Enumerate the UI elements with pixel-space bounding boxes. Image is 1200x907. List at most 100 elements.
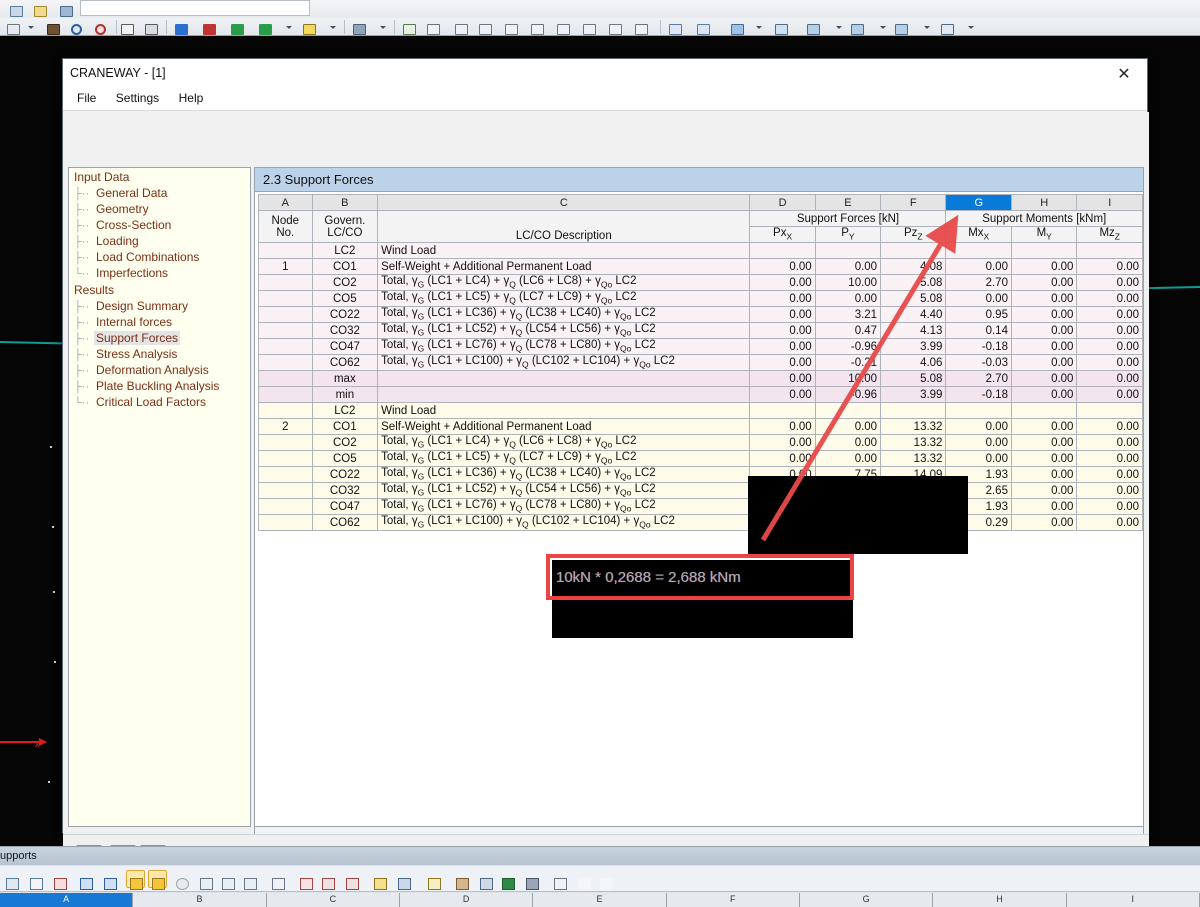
sidebar-item-general-data[interactable]: ├·· General Data bbox=[69, 185, 250, 201]
cell-mz[interactable]: 0.00 bbox=[1076, 306, 1143, 323]
column-header-D[interactable]: D bbox=[749, 194, 816, 211]
chevron-down-icon[interactable] bbox=[330, 26, 336, 29]
craneway-dialog[interactable]: CRANEWAY - [1] ✕ File Settings Help Inpu… bbox=[62, 58, 1149, 889]
cell-mx[interactable]: -0.18 bbox=[945, 386, 1012, 403]
toolbar-open-icon[interactable] bbox=[30, 2, 50, 17]
cell-govern-lc[interactable]: LC2 bbox=[311, 402, 379, 419]
cell-my[interactable] bbox=[1010, 402, 1078, 419]
cell-pz[interactable]: 4.08 bbox=[880, 258, 947, 275]
toolbar-new-icon[interactable] bbox=[6, 2, 26, 17]
cell-node-no[interactable] bbox=[258, 354, 313, 371]
chart-red-icon[interactable] bbox=[50, 870, 69, 890]
cell-px[interactable]: 0.00 bbox=[749, 290, 816, 307]
cell-mx[interactable]: 0.00 bbox=[945, 418, 1012, 435]
link-icon[interactable] bbox=[476, 870, 495, 890]
cell-node-no[interactable] bbox=[258, 466, 313, 483]
status-column-row[interactable]: ABCDEFGHI bbox=[0, 893, 1200, 907]
menu-settings[interactable]: Settings bbox=[110, 89, 168, 107]
toolbar-render-icon[interactable] bbox=[44, 20, 64, 35]
cell-mx[interactable] bbox=[945, 242, 1012, 259]
toolbar-chart-icon[interactable] bbox=[848, 20, 868, 35]
toolbar-selection-icon[interactable] bbox=[4, 20, 24, 35]
cell-node-no[interactable] bbox=[258, 274, 313, 291]
tree-group-input-data[interactable]: Input Data bbox=[69, 168, 250, 185]
edit-note-icon[interactable] bbox=[424, 870, 443, 890]
table-row[interactable]: CO5 Total, γG (LC1 + LC5) + γQ (LC7 + LC9… bbox=[258, 450, 1143, 467]
cell-py[interactable]: -0.96 bbox=[814, 338, 882, 355]
document-title-field[interactable] bbox=[80, 0, 310, 16]
cell-description[interactable] bbox=[377, 386, 751, 403]
cell-mx[interactable]: 0.00 bbox=[945, 290, 1012, 307]
cell-px[interactable]: 0.00 bbox=[749, 338, 816, 355]
cell-description[interactable]: Total, γG (LC1 + LC4) + γQ (LC6 + LC8) +… bbox=[377, 274, 751, 291]
cell-mz[interactable]: 0.00 bbox=[1076, 370, 1143, 387]
table-row[interactable]: min 0.00 -0.96 3.99 -0.18 0.00 0.00 bbox=[258, 386, 1143, 403]
close-icon[interactable]: ✕ bbox=[1107, 62, 1141, 86]
cell-py[interactable]: 0.00 bbox=[814, 290, 882, 307]
cell-pz[interactable]: 13.32 bbox=[880, 434, 947, 451]
cell-node-no[interactable] bbox=[258, 386, 313, 403]
table-row[interactable]: CO47 Total, γG (LC1 + LC76) + γQ (LC78 + … bbox=[258, 498, 1143, 515]
toolbar-deform-icon[interactable] bbox=[694, 20, 714, 35]
cell-mx[interactable]: 0.00 bbox=[945, 450, 1012, 467]
cell-govern-lc[interactable]: CO47 bbox=[311, 338, 379, 355]
sidebar-item-imperfections[interactable]: └·· Imperfections bbox=[69, 265, 250, 281]
cell-px[interactable]: 0.00 bbox=[749, 450, 816, 467]
cell-node-no[interactable] bbox=[258, 482, 313, 499]
formula-off-icon[interactable] bbox=[596, 870, 615, 890]
cell-description[interactable]: Self-Weight + Additional Permanent Load bbox=[377, 258, 751, 275]
cell-govern-lc[interactable]: CO32 bbox=[311, 322, 379, 339]
toolbar-save-icon[interactable] bbox=[56, 2, 76, 17]
cell-pz[interactable] bbox=[880, 402, 947, 419]
status-icon-row[interactable] bbox=[0, 866, 1200, 892]
toolbar-wireframe-icon[interactable] bbox=[118, 20, 138, 35]
chevron-down-icon[interactable] bbox=[756, 26, 762, 29]
cell-description[interactable]: Total, γG (LC1 + LC76) + γQ (LC78 + LC80… bbox=[377, 498, 751, 515]
status-column-A[interactable]: A bbox=[0, 893, 134, 907]
cell-mz[interactable]: 0.00 bbox=[1076, 290, 1143, 307]
cell-govern-lc[interactable]: CO22 bbox=[311, 466, 379, 483]
cell-py[interactable] bbox=[814, 402, 882, 419]
status-column-I[interactable]: I bbox=[1066, 893, 1200, 907]
navigation-tree[interactable]: Input Data ├·· General Data ├·· Geometry ├·· C… bbox=[68, 167, 251, 827]
cell-my[interactable]: 0.00 bbox=[1010, 498, 1078, 515]
cell-govern-lc[interactable]: CO5 bbox=[311, 450, 379, 467]
column-letter-row[interactable]: ABCDEFGHI bbox=[258, 194, 1143, 211]
calculator-icon[interactable] bbox=[522, 870, 541, 890]
cell-govern-lc[interactable]: min bbox=[311, 386, 379, 403]
cell-node-no[interactable] bbox=[258, 498, 313, 515]
cell-node-no[interactable] bbox=[258, 402, 313, 419]
cell-govern-lc[interactable]: LC2 bbox=[311, 242, 379, 259]
cell-mz[interactable]: 0.00 bbox=[1076, 274, 1143, 291]
cell-govern-lc[interactable]: CO1 bbox=[311, 258, 379, 275]
cell-mx[interactable]: 0.00 bbox=[945, 434, 1012, 451]
cell-px[interactable]: 0.00 bbox=[749, 322, 816, 339]
duplicate-row-icon[interactable] bbox=[218, 870, 237, 890]
toolbar-bar-icon[interactable] bbox=[804, 20, 824, 35]
sidebar-item-critical-load-factors[interactable]: └·· Critical Load Factors bbox=[69, 394, 250, 410]
cell-my[interactable]: 0.00 bbox=[1010, 306, 1078, 323]
cell-description[interactable]: Total, γG (LC1 + LC52) + γQ (LC54 + LC56… bbox=[377, 322, 751, 339]
cell-mz[interactable]: 0.00 bbox=[1076, 418, 1143, 435]
cell-py[interactable]: 10.00 bbox=[814, 370, 882, 387]
toolbar-table-icon[interactable] bbox=[938, 20, 958, 35]
toolbar-zoom-in-icon[interactable] bbox=[68, 20, 88, 35]
cell-pz[interactable]: 3.99 bbox=[880, 386, 947, 403]
cell-mz[interactable] bbox=[1076, 242, 1143, 259]
cell-description[interactable]: Total, γG (LC1 + LC52) + γQ (LC54 + LC56… bbox=[377, 482, 751, 499]
cell-my[interactable]: 0.00 bbox=[1010, 290, 1078, 307]
cell-pz[interactable]: 5.08 bbox=[880, 290, 947, 307]
cell-pz[interactable] bbox=[880, 242, 947, 259]
cell-description[interactable]: Total, γG (LC1 + LC4) + γQ (LC6 + LC8) +… bbox=[377, 434, 751, 451]
dialog-menubar[interactable]: File Settings Help bbox=[63, 89, 1147, 111]
cell-govern-lc[interactable]: CO5 bbox=[311, 290, 379, 307]
sidebar-item-geometry[interactable]: ├·· Geometry bbox=[69, 201, 250, 217]
cell-govern-lc[interactable]: CO2 bbox=[311, 434, 379, 451]
toolbar-projection-icon[interactable] bbox=[300, 20, 320, 35]
sidebar-item-load-combinations[interactable]: ├·· Load Combinations bbox=[69, 249, 250, 265]
column-header-E[interactable]: E bbox=[814, 194, 882, 211]
delete-table-icon[interactable] bbox=[268, 870, 287, 890]
toolbar-lines-icon[interactable] bbox=[452, 20, 472, 35]
chart-line-icon[interactable] bbox=[26, 870, 45, 890]
column-header-C[interactable]: C bbox=[377, 194, 751, 211]
